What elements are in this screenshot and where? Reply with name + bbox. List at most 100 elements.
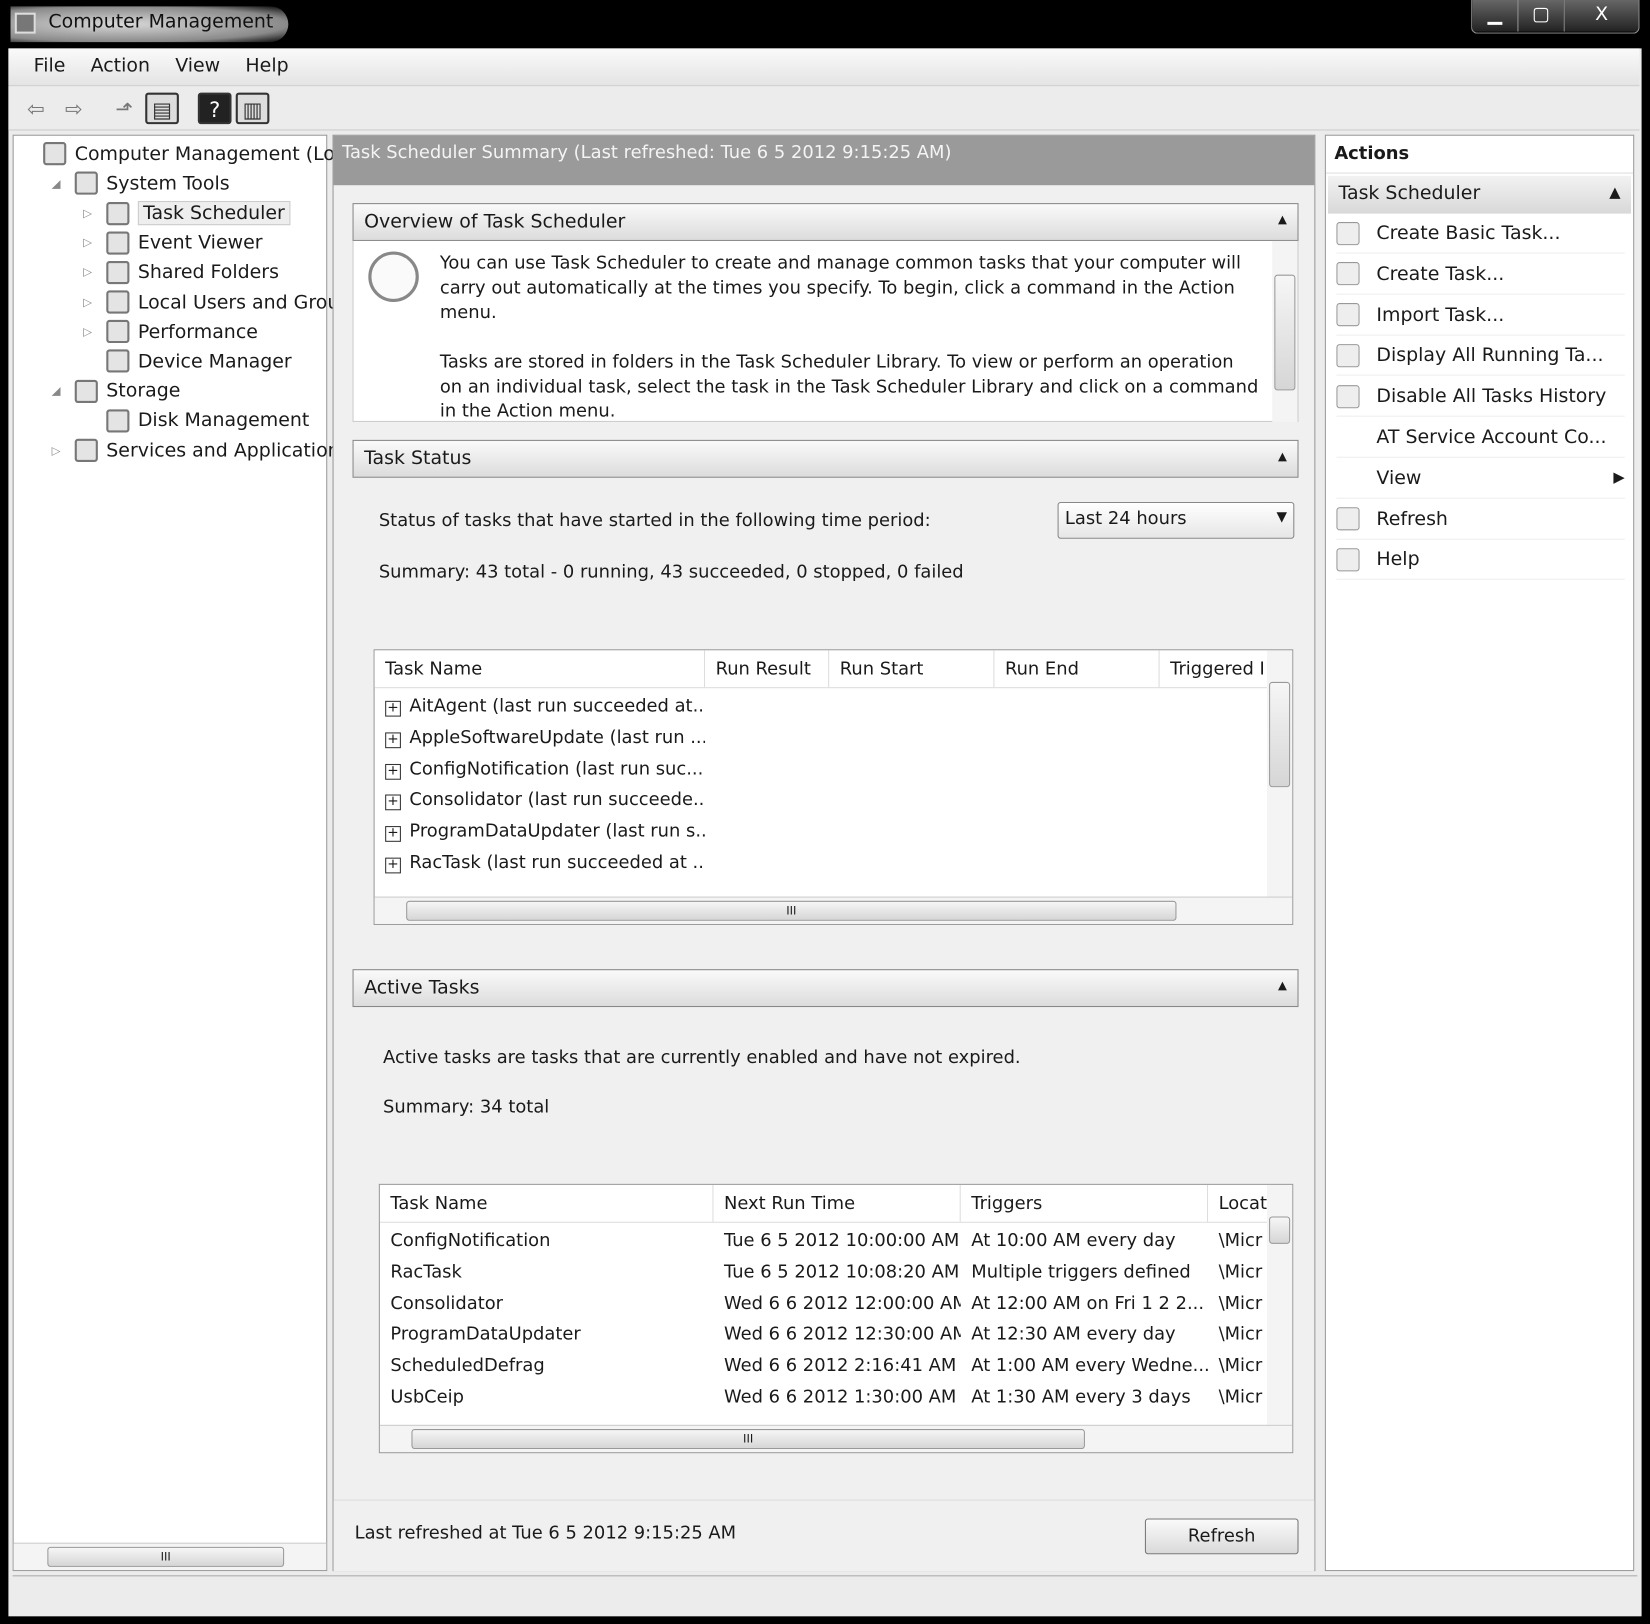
table-row[interactable]: ScheduledDefrag Wed 6 6 2012 2:16:41 AM At…	[380, 1352, 1271, 1384]
collapse-icon[interactable]: ▲	[1278, 213, 1287, 227]
table-row[interactable]: RacTask Tue 6 5 2012 10:08:20 AM Multiple …	[380, 1258, 1271, 1290]
forward-arrow-icon[interactable]: ⇨	[57, 93, 91, 125]
expand-icon[interactable]: +	[385, 857, 401, 874]
tree-horizontal-scrollbar[interactable]: III	[13, 1542, 327, 1571]
table-row[interactable]: + AppleSoftwareUpdate (last run ...	[375, 724, 705, 756]
table-row[interactable]: Consolidator Wed 6 6 2012 12:00:00 AM At 1…	[380, 1290, 1271, 1322]
column-header[interactable]: Task Name	[380, 1184, 714, 1222]
action-import-task[interactable]: Import Task...	[1336, 295, 1625, 336]
scroll-thumb[interactable]	[1269, 1216, 1291, 1244]
column-header[interactable]: Locat	[1208, 1184, 1272, 1222]
horizontal-scrollbar[interactable]: III	[379, 1424, 1293, 1453]
menu-file[interactable]: File	[21, 48, 78, 85]
collapse-icon[interactable]: ▲	[1609, 184, 1620, 201]
scroll-thumb[interactable]	[1269, 681, 1291, 788]
table-row[interactable]: ProgramDataUpdater Wed 6 6 2012 12:30:00 …	[380, 1321, 1271, 1353]
close-button[interactable]: X	[1564, 0, 1639, 32]
tree-item[interactable]: ▷ Performance	[83, 320, 258, 344]
column-header[interactable]: Run Result	[705, 650, 830, 688]
minimize-button[interactable]: ▁	[1472, 0, 1519, 32]
table-row[interactable]: + Consolidator (last run succeede...	[375, 786, 705, 818]
action-help[interactable]: Help	[1336, 540, 1625, 581]
section-title: Task Scheduler	[1338, 182, 1481, 205]
table-cell: At 10:00 AM every day	[971, 1230, 1176, 1252]
action-view[interactable]: View ▶	[1336, 459, 1625, 499]
tree-item[interactable]: Computer Management (Local	[20, 142, 362, 166]
scroll-thumb[interactable]: III	[411, 1429, 1085, 1450]
tree-item[interactable]: Device Manager	[83, 349, 292, 373]
scroll-thumb[interactable]: III	[47, 1546, 285, 1567]
tree-item[interactable]: ▷ Shared Folders	[83, 260, 279, 284]
collapse-icon[interactable]: ▲	[1278, 449, 1287, 463]
table-row[interactable]: ConfigNotification Tue 6 5 2012 10:00:00 …	[380, 1227, 1271, 1259]
back-arrow-icon[interactable]: ⇦	[19, 93, 53, 125]
horizontal-scrollbar[interactable]: III	[374, 896, 1293, 924]
column-header[interactable]: Next Run Time	[713, 1184, 961, 1222]
menu-help[interactable]: Help	[233, 48, 301, 85]
table-row[interactable]: + RacTask (last run succeeded at ...	[375, 849, 705, 881]
tree-item[interactable]: ▷ Event Viewer	[83, 231, 263, 255]
tree-item[interactable]: ▷ Services and Applications	[52, 438, 350, 462]
expand-icon[interactable]: ▷	[83, 207, 98, 221]
vertical-scrollbar[interactable]	[1266, 650, 1293, 897]
action-refresh[interactable]: Refresh	[1336, 499, 1625, 540]
expand-icon[interactable]: +	[385, 701, 401, 717]
column-header[interactable]: Run End	[994, 650, 1160, 688]
column-header[interactable]: Triggers	[961, 1184, 1209, 1222]
up-folder-icon[interactable]: ⬏	[107, 93, 141, 125]
table-cell: ProgramDataUpdater	[390, 1324, 581, 1346]
menu-view[interactable]: View	[163, 48, 233, 85]
task-scheduler-summary: Task Scheduler Summary (Last refreshed: …	[332, 134, 1316, 1572]
table-row[interactable]: + AitAgent (last run succeeded at...	[375, 692, 705, 724]
expand-icon[interactable]: +	[385, 826, 401, 843]
expand-icon[interactable]: ▷	[83, 236, 98, 250]
overview-scrollbar[interactable]	[1272, 240, 1298, 422]
action-create-task[interactable]: Create Task...	[1336, 254, 1625, 295]
column-header[interactable]: Triggered I	[1160, 650, 1270, 688]
action-create-basic-task[interactable]: Create Basic Task...	[1336, 214, 1625, 254]
show-hide-console-tree-icon[interactable]: ▤	[145, 92, 179, 125]
expand-icon[interactable]: ◢	[52, 384, 67, 398]
scroll-thumb[interactable]: III	[406, 900, 1177, 921]
menu-action[interactable]: Action	[78, 48, 163, 85]
expand-icon[interactable]: +	[385, 764, 401, 780]
refresh-button[interactable]: Refresh	[1144, 1518, 1299, 1555]
action-disable-all-tasks-history[interactable]: Disable All Tasks History	[1336, 377, 1625, 417]
action-at-service-account-co[interactable]: AT Service Account Co...	[1336, 418, 1625, 458]
help-icon[interactable]: ?	[197, 92, 232, 125]
column-header[interactable]: Run Start	[829, 650, 995, 688]
column-header[interactable]: Task Name	[375, 650, 706, 688]
time-period-dropdown[interactable]: Last 24 hours ▼	[1057, 501, 1295, 539]
tree-item-label: Local Users and Groups	[137, 290, 362, 314]
expand-icon[interactable]: ▷	[83, 265, 98, 279]
task-name-cell: + ConfigNotification (last run suc...	[375, 755, 705, 787]
vertical-scrollbar[interactable]	[1266, 1184, 1293, 1425]
overview-section-header[interactable]: Overview of Task Scheduler ▲	[352, 203, 1299, 241]
task-status-section-header[interactable]: Task Status ▲	[352, 439, 1299, 478]
expand-icon[interactable]: ◢	[52, 176, 67, 190]
table-row[interactable]: + ConfigNotification (last run suc...	[375, 755, 705, 787]
toolbar: ⇦ ⇨ ⬏ ▤ ? ▥	[8, 86, 1640, 131]
expand-icon[interactable]: ▷	[83, 295, 98, 309]
expand-icon[interactable]: ▷	[83, 325, 98, 339]
active-tasks-section-header[interactable]: Active Tasks ▲	[352, 969, 1299, 1008]
maximize-button[interactable]: ▢	[1518, 0, 1565, 32]
tree-node-icon	[106, 290, 130, 314]
expand-icon[interactable]: +	[385, 794, 401, 811]
tree-item[interactable]: ◢ System Tools	[52, 171, 230, 195]
table-cell: At 1:30 AM every 3 days	[971, 1386, 1191, 1408]
table-cell: Wed 6 6 2012 12:00:00 AM	[723, 1292, 961, 1314]
tree-item[interactable]: ◢ Storage	[52, 379, 180, 403]
expand-icon[interactable]: ▷	[52, 444, 67, 458]
collapse-icon[interactable]: ▲	[1278, 979, 1287, 993]
table-row[interactable]: UsbCeip Wed 6 6 2012 1:30:00 AM At 1:30 AM…	[380, 1384, 1271, 1416]
tree-item[interactable]: ▷ Task Scheduler	[83, 201, 291, 226]
tree-item[interactable]: ▷ Local Users and Groups	[83, 290, 362, 314]
tree-item[interactable]: Disk Management	[83, 409, 309, 433]
action-display-all-running-ta[interactable]: Display All Running Ta...	[1336, 336, 1625, 377]
actions-section-task-scheduler[interactable]: Task Scheduler ▲	[1328, 175, 1632, 214]
show-hide-action-pane-icon[interactable]: ▥	[235, 92, 270, 125]
overview-paragraph-1: You can use Task Scheduler to create and…	[439, 252, 1241, 324]
table-row[interactable]: + ProgramDataUpdater (last run s...	[375, 818, 705, 850]
expand-icon[interactable]: +	[385, 732, 401, 748]
